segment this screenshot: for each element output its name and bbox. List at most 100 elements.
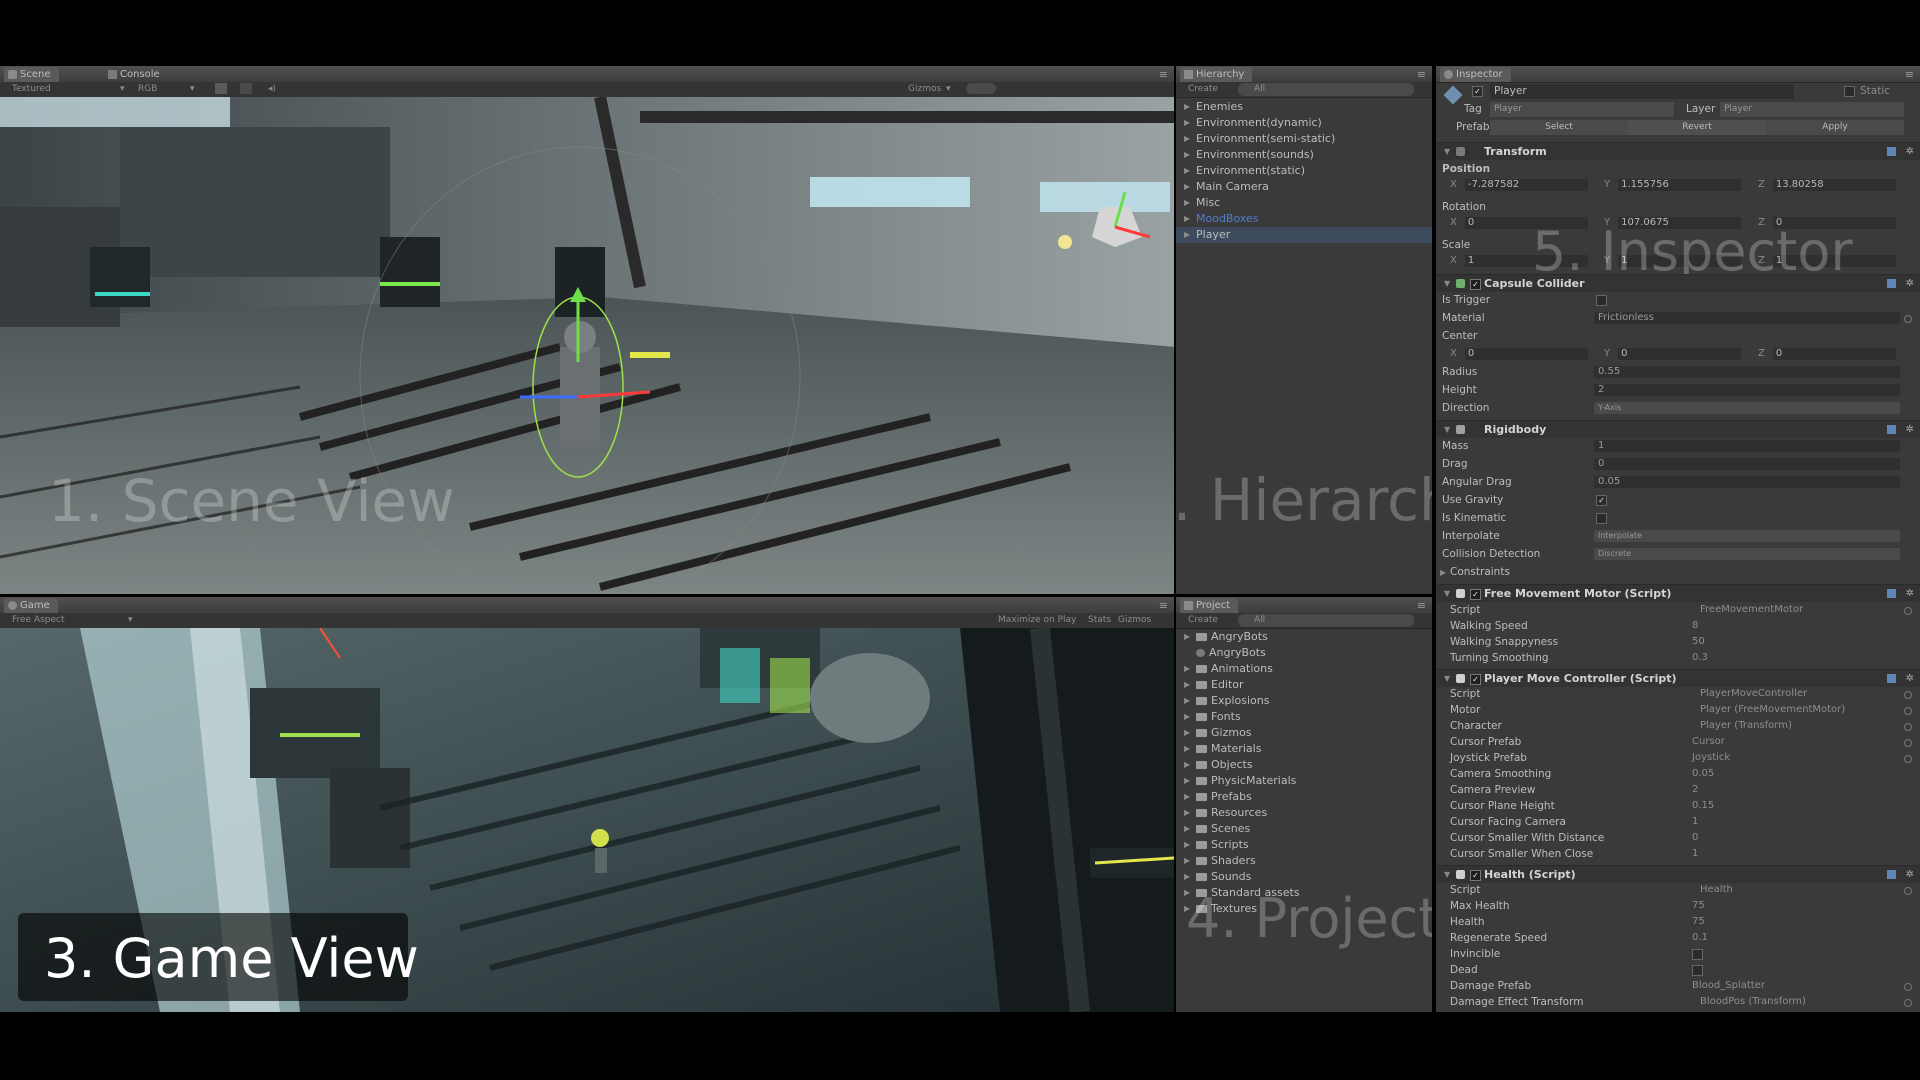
object-picker-icon[interactable]: [1904, 887, 1912, 895]
position-z-field[interactable]: Z 13.80258: [1758, 179, 1896, 191]
expand-arrow-icon[interactable]: ▶: [1184, 661, 1190, 677]
help-book-icon[interactable]: [1887, 279, 1896, 288]
fm-value[interactable]: 50: [1690, 636, 1900, 648]
expand-arrow-icon[interactable]: ▶: [1184, 147, 1190, 163]
hierarchy-panel-menu-icon[interactable]: ≡: [1417, 68, 1426, 81]
enabled-checkbox[interactable]: ✓: [1470, 870, 1481, 881]
radius-field[interactable]: 0.55: [1594, 366, 1900, 378]
pm-value[interactable]: 0: [1690, 832, 1900, 844]
scene-panel-menu-icon[interactable]: ≡: [1159, 68, 1168, 81]
audio-toggle-icon[interactable]: ◂): [268, 83, 276, 96]
fm-value[interactable]: 8: [1690, 620, 1900, 632]
health-value[interactable]: 0.1: [1690, 932, 1900, 944]
help-book-icon[interactable]: [1887, 870, 1896, 879]
help-book-icon[interactable]: [1887, 425, 1896, 434]
project-item[interactable]: AngryBots: [1176, 645, 1432, 661]
angular-drag-field[interactable]: 0.05: [1594, 476, 1900, 488]
hierarchy-item-player[interactable]: ▶ Player: [1176, 227, 1432, 243]
tab-game[interactable]: Game: [4, 598, 58, 613]
lighting-toggle-icon[interactable]: [215, 83, 227, 94]
help-book-icon[interactable]: [1887, 589, 1896, 598]
project-item[interactable]: ▶ Resources: [1176, 805, 1432, 821]
project-item[interactable]: ▶ Shaders: [1176, 853, 1432, 869]
project-item[interactable]: ▶ Scenes: [1176, 821, 1432, 837]
invincible-checkbox[interactable]: [1692, 949, 1703, 960]
position-y-field[interactable]: Y 1.155756: [1604, 179, 1742, 191]
project-item[interactable]: ▶ Fonts: [1176, 709, 1432, 725]
aspect-dropdown[interactable]: Free Aspect: [12, 614, 65, 627]
expand-arrow-icon[interactable]: ▶: [1184, 757, 1190, 773]
scene-viewport[interactable]: 1. Scene View: [0, 97, 1174, 594]
pm-value[interactable]: 1: [1690, 848, 1900, 860]
health-script-field[interactable]: Health: [1698, 884, 1900, 896]
color-mode-dropdown[interactable]: RGB: [138, 83, 157, 96]
expand-arrow-icon[interactable]: ▶: [1184, 179, 1190, 195]
project-item[interactable]: ▶ Editor: [1176, 677, 1432, 693]
object-picker-icon[interactable]: [1904, 723, 1912, 731]
gear-icon[interactable]: ✲: [1906, 866, 1914, 883]
stats-toggle[interactable]: Stats: [1088, 614, 1111, 627]
hierarchy-item-environment-static[interactable]: ▶ Environment(static): [1176, 163, 1432, 179]
capsule-collider-header[interactable]: ▼ ✓ Capsule Collider ✲: [1436, 274, 1920, 292]
project-panel-menu-icon[interactable]: ≡: [1417, 599, 1426, 612]
gear-icon[interactable]: ✲: [1906, 670, 1914, 687]
expand-arrow-icon[interactable]: ▶: [1184, 195, 1190, 211]
object-picker-icon[interactable]: [1904, 315, 1912, 323]
height-field[interactable]: 2: [1594, 384, 1900, 396]
use-gravity-checkbox[interactable]: ✓: [1596, 495, 1607, 506]
static-checkbox[interactable]: [1844, 86, 1855, 97]
drag-field[interactable]: 0: [1594, 458, 1900, 470]
object-name-field[interactable]: Player: [1490, 84, 1794, 99]
expand-arrow-icon[interactable]: ▶: [1184, 821, 1190, 837]
foldout-arrow-icon[interactable]: ▼: [1444, 143, 1450, 160]
foldout-arrow-icon[interactable]: ▼: [1444, 670, 1450, 687]
foldout-arrow-icon[interactable]: ▼: [1444, 866, 1450, 883]
expand-arrow-icon[interactable]: ▶: [1184, 629, 1190, 645]
hierarchy-create-dropdown[interactable]: Create: [1188, 83, 1218, 96]
fm-value[interactable]: 0.3: [1690, 652, 1900, 664]
expand-arrow-icon[interactable]: ▶: [1184, 709, 1190, 725]
object-picker-icon[interactable]: [1904, 999, 1912, 1007]
expand-arrow-icon[interactable]: ▶: [1184, 677, 1190, 693]
hierarchy-item-environment-dynamic[interactable]: ▶ Environment(dynamic): [1176, 115, 1432, 131]
health-value[interactable]: 75: [1690, 916, 1900, 928]
health-script-header[interactable]: ▼ ✓ Health (Script) ✲: [1436, 865, 1920, 883]
enabled-checkbox[interactable]: ✓: [1470, 279, 1481, 290]
center-z-field[interactable]: Z0: [1758, 348, 1896, 360]
expand-arrow-icon[interactable]: ▶: [1184, 693, 1190, 709]
tab-console[interactable]: Console: [104, 67, 168, 82]
object-picker-icon[interactable]: [1904, 739, 1912, 747]
expand-arrow-icon[interactable]: ▶: [1184, 741, 1190, 757]
expand-arrow-icon[interactable]: ▶: [1184, 837, 1190, 853]
pm-joystick-prefab-field[interactable]: Joystick: [1690, 752, 1900, 764]
is-kinematic-checkbox[interactable]: [1596, 513, 1607, 524]
expand-arrow-icon[interactable]: ▶: [1184, 163, 1190, 179]
foldout-arrow-icon[interactable]: ▼: [1444, 275, 1450, 292]
project-item[interactable]: ▶ Gizmos: [1176, 725, 1432, 741]
expand-arrow-icon[interactable]: ▶: [1184, 115, 1190, 131]
enabled-checkbox[interactable]: ✓: [1470, 674, 1481, 685]
pm-character-field[interactable]: Player (Transform): [1698, 720, 1900, 732]
tab-hierarchy[interactable]: Hierarchy: [1180, 67, 1253, 82]
fm-script-field[interactable]: FreeMovementMotor: [1698, 604, 1900, 616]
foldout-arrow-icon[interactable]: ▼: [1444, 585, 1450, 602]
interpolate-dropdown[interactable]: Interpolate: [1594, 530, 1900, 542]
project-item[interactable]: ▶ Sounds: [1176, 869, 1432, 885]
expand-arrow-icon[interactable]: ▶: [1184, 131, 1190, 147]
pm-value[interactable]: 2: [1690, 784, 1900, 796]
hierarchy-search-input[interactable]: All: [1238, 83, 1414, 96]
expand-arrow-icon[interactable]: ▶: [1184, 789, 1190, 805]
project-item[interactable]: ▶ Objects: [1176, 757, 1432, 773]
pm-motor-field[interactable]: Player (FreeMovementMotor): [1698, 704, 1900, 716]
transform-component-header[interactable]: ▼ Transform ✲: [1436, 142, 1920, 160]
player-move-controller-header[interactable]: ▼ ✓ Player Move Controller (Script) ✲: [1436, 669, 1920, 687]
center-y-field[interactable]: Y0: [1604, 348, 1742, 360]
expand-arrow-icon[interactable]: ▶: [1184, 211, 1190, 227]
pm-value[interactable]: 0.05: [1690, 768, 1900, 780]
pm-value[interactable]: 1: [1690, 816, 1900, 828]
direction-dropdown[interactable]: Y-Axis: [1594, 402, 1900, 414]
free-movement-motor-header[interactable]: ▼ ✓ Free Movement Motor (Script) ✲: [1436, 584, 1920, 602]
hierarchy-item-misc[interactable]: ▶ Misc: [1176, 195, 1432, 211]
object-picker-icon[interactable]: [1904, 983, 1912, 991]
rigidbody-header[interactable]: ▼ Rigidbody ✲: [1436, 420, 1920, 438]
